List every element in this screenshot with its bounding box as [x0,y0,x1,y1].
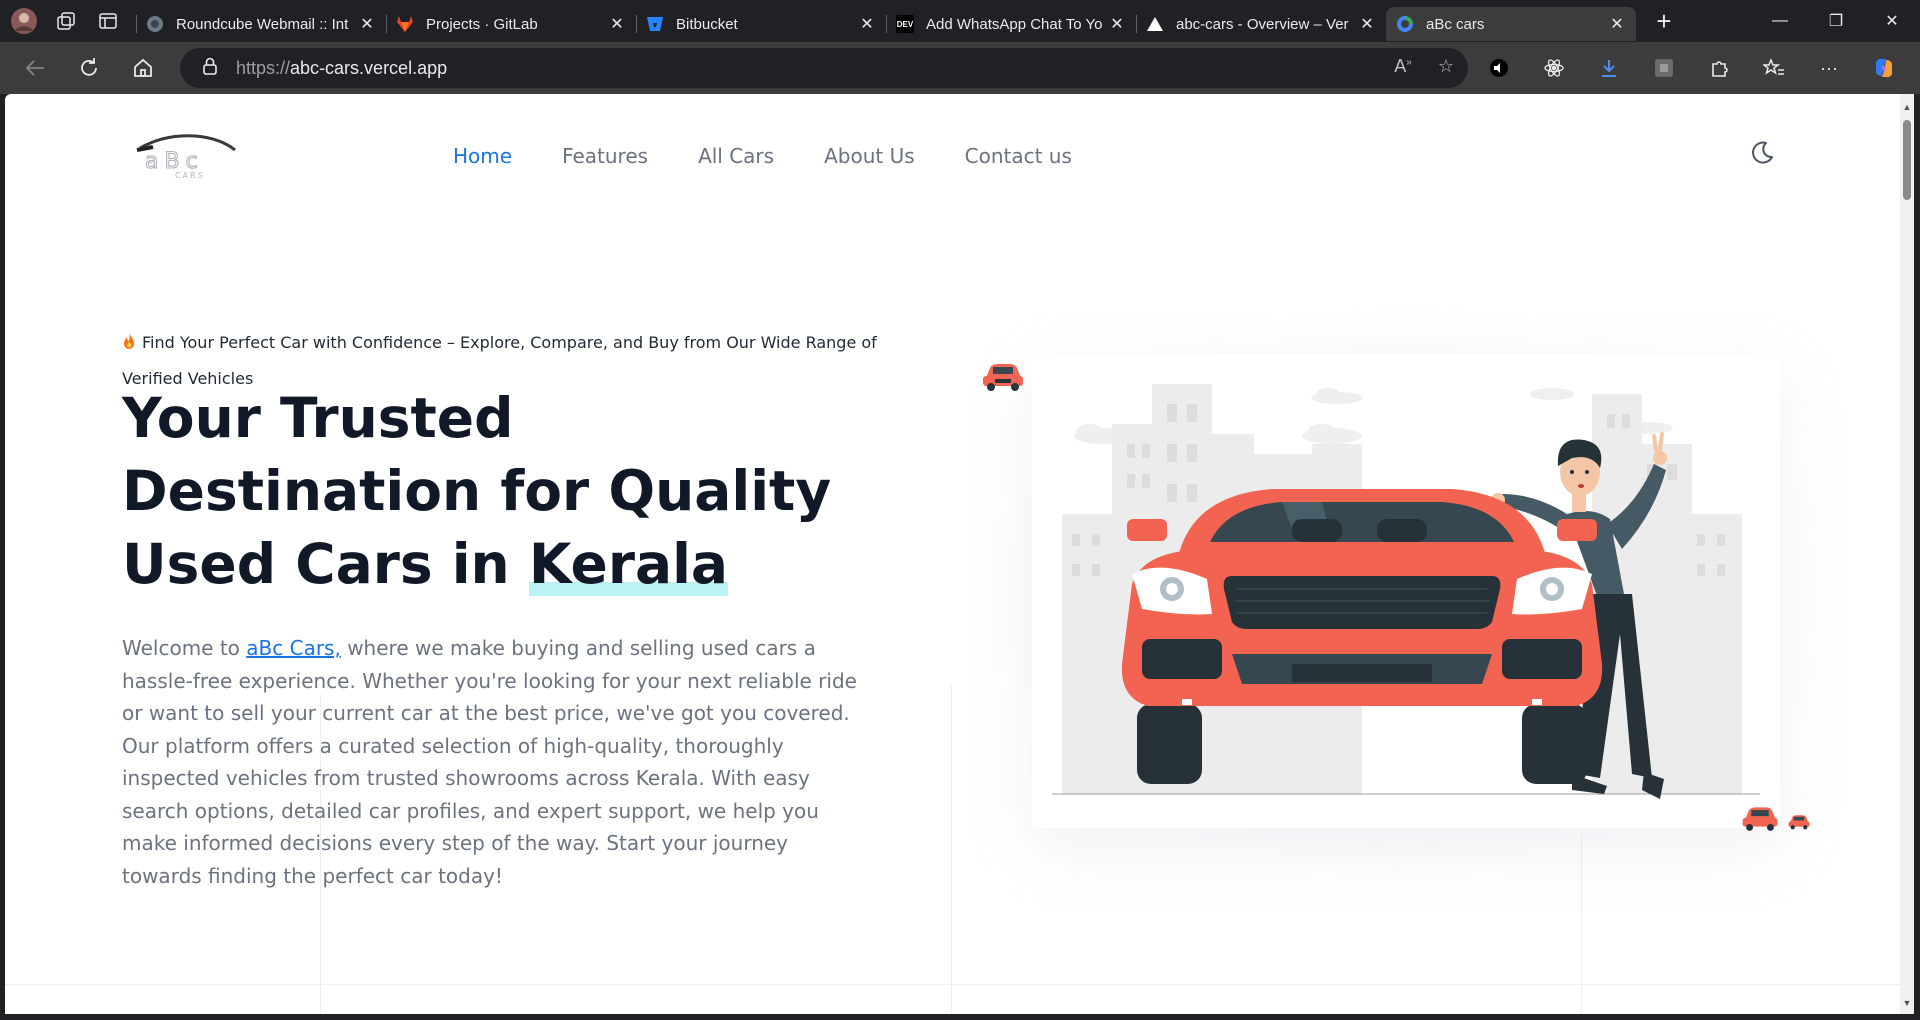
mini-car-icon [1740,802,1780,837]
favorites-icon[interactable] [1755,49,1793,87]
dev-icon: DEV [896,15,914,33]
mini-car-icon [980,358,1026,397]
abc-cars-link[interactable]: aBc Cars, [246,636,341,660]
extensions-puzzle-icon[interactable] [1700,49,1738,87]
copilot-icon[interactable] [1865,49,1903,87]
tab-title: aBc cars [1426,15,1485,33]
nav-features[interactable]: Features [562,144,648,168]
tab-abc-cars[interactable]: aBc cars ✕ [1386,7,1636,41]
close-icon[interactable]: ✕ [608,14,626,34]
moon-icon [1752,141,1773,164]
tab-bar: Roundcube Webmail :: Int ✕ Projects · Gi… [0,0,1920,42]
hero-illustration [1032,354,1780,828]
reload-icon[interactable] [69,48,109,88]
extensions-bar: ··· [1480,48,1920,88]
main-nav: Home Features All Cars About Us Contact … [453,144,1072,168]
profile-avatar[interactable] [10,7,38,35]
nav-about-us[interactable]: About Us [824,144,915,168]
gitlab-icon [396,15,414,33]
nav-contact-us[interactable]: Contact us [965,144,1072,168]
scroll-up-icon[interactable]: ▲ [1902,102,1912,112]
section-divider [5,984,1900,985]
tab-title: abc-cars - Overview – Ver [1176,15,1349,33]
site-logo[interactable]: aBc CARS [135,130,245,180]
nav-home[interactable]: Home [453,144,512,168]
tab-vercel[interactable]: abc-cars - Overview – Ver ✕ [1136,7,1386,41]
scroll-down-icon[interactable]: ▼ [1902,998,1912,1008]
close-icon[interactable]: ✕ [1358,14,1376,34]
more-options-icon[interactable]: ··· [1810,49,1848,87]
minimize-icon[interactable]: — [1752,0,1808,42]
close-icon[interactable]: ✕ [358,14,376,34]
fire-icon [122,328,136,362]
tab-title: Add WhatsApp Chat To Yo [926,15,1103,33]
page-scrollbar[interactable]: ▲ ▼ [1900,94,1914,1014]
bitbucket-icon [646,15,664,33]
tab-title: Projects · GitLab [426,15,538,33]
back-icon[interactable] [15,48,55,88]
close-window-icon[interactable]: ✕ [1864,0,1920,42]
react-devtools-icon[interactable] [1535,49,1573,87]
workspaces-icon[interactable] [52,7,80,35]
address-toolbar: https://abc-cars.vercel.app A» ☆ ··· [0,42,1920,94]
svg-text:CARS: CARS [175,171,205,180]
vercel-icon [1146,15,1164,33]
dark-mode-toggle[interactable] [1747,138,1777,168]
restore-icon[interactable]: ❐ [1808,0,1864,42]
close-icon[interactable]: ✕ [1608,14,1626,34]
tab-title: Bitbucket [676,15,738,33]
lock-icon[interactable] [202,57,218,80]
vertical-tabs-icon[interactable] [94,7,122,35]
pocket-extension-icon[interactable] [1645,49,1683,87]
new-tab-button[interactable]: + [1644,4,1684,38]
favorite-star-icon[interactable]: ☆ [1438,56,1454,77]
close-icon[interactable]: ✕ [858,14,876,34]
tab-gitlab[interactable]: Projects · GitLab ✕ [386,7,636,41]
abc-cars-icon [1396,15,1414,33]
nav-all-cars[interactable]: All Cars [698,144,774,168]
sound-extension-icon[interactable] [1480,49,1518,87]
car-and-man-illustration [1052,384,1760,799]
hero-description: Welcome to aBc Cars, where we make buyin… [122,636,857,888]
window-controls: — ❐ ✕ [1752,0,1920,42]
download-icon[interactable] [1590,49,1628,87]
web-page: aBc CARS Home Features All Cars About Us… [5,94,1900,1014]
url-text: https://abc-cars.vercel.app [236,57,448,78]
home-icon[interactable] [123,48,163,88]
scrollbar-thumb[interactable] [1903,120,1911,200]
tab-dev[interactable]: DEV Add WhatsApp Chat To Yo ✕ [886,7,1136,41]
headline-highlight: Kerala [528,532,729,596]
tab-title: Roundcube Webmail :: Int [176,15,349,33]
grid-line [951,684,952,1014]
close-icon[interactable]: ✕ [1108,14,1126,34]
mini-car-icon [1787,812,1811,835]
tab-roundcube[interactable]: Roundcube Webmail :: Int ✕ [136,7,386,41]
roundcube-icon [146,15,164,33]
read-aloud-icon[interactable]: A» [1394,56,1412,77]
hero-headline: Your Trusted Destination for Quality Use… [122,386,832,596]
address-bar[interactable]: https://abc-cars.vercel.app A» ☆ [180,48,1468,88]
tab-bitbucket[interactable]: Bitbucket ✕ [636,7,886,41]
window-frame [0,1014,1920,1020]
